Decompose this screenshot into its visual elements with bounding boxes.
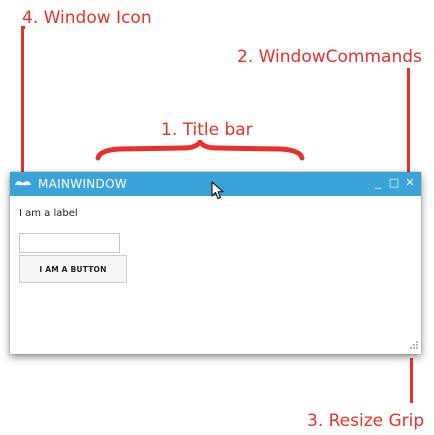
main-button[interactable]: I AM A BUTTON [19,255,127,283]
callout-title-bar: 1. Title bar [161,120,253,140]
text-input[interactable] [19,233,120,253]
callout-window-icon: 4. Window Icon [22,8,152,28]
window-title: MAINWINDOW [38,177,128,191]
mustache-icon[interactable] [14,176,32,192]
minimize-button[interactable]: _ [371,174,385,192]
close-button[interactable]: ✕ [403,174,417,192]
title-bar-brace [95,140,305,161]
maximize-button[interactable]: □ [387,174,401,192]
window-label: I am a label [19,208,78,219]
resize-grip-guide [410,358,413,403]
resize-grip-icon[interactable] [407,340,419,352]
window-icon-guide-vertical [21,26,24,175]
callout-window-commands: 2. WindowCommands [237,47,422,67]
mouse-pointer-icon [211,181,224,199]
window-commands-guide [407,68,410,174]
callout-resize-grip: 3. Resize Grip [307,411,425,431]
